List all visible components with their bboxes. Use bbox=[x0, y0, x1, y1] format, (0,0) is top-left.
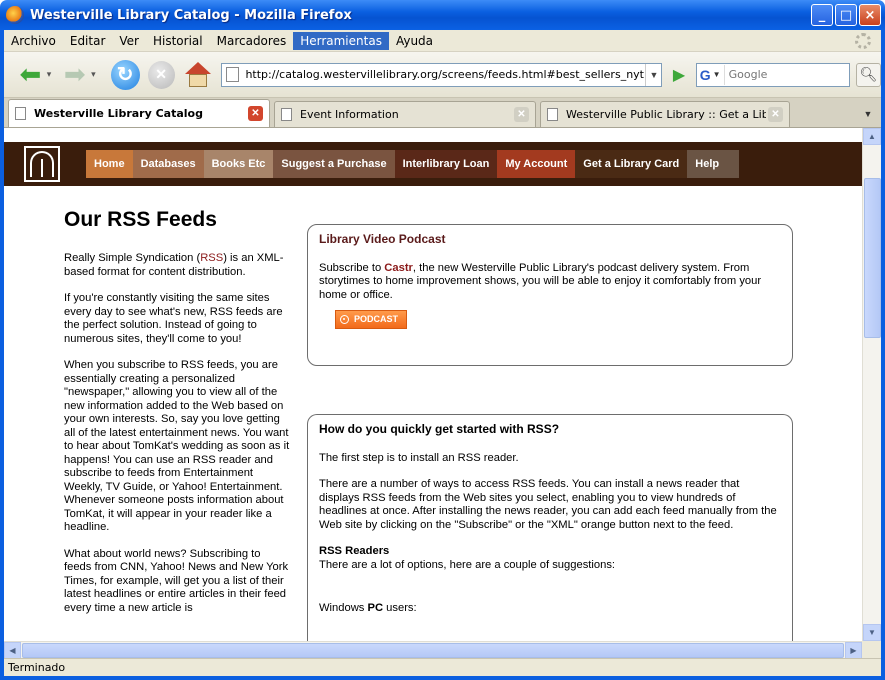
back-arrow-icon: ⬅ bbox=[19, 59, 42, 89]
menu-bar: Archivo Editar Ver Historial Marcadores … bbox=[4, 30, 881, 52]
paragraph-3: When you subscribe to RSS feeds, you are… bbox=[64, 359, 290, 533]
tab-label: Westerville Public Library :: Get a Libr… bbox=[566, 108, 766, 121]
tab-bar: Westerville Library Catalog ✕ Event Info… bbox=[4, 98, 881, 128]
address-bar[interactable]: ▼ bbox=[221, 62, 663, 87]
tab-event-information[interactable]: Event Information ✕ bbox=[274, 101, 536, 127]
site-navigation: Home Databases Books Etc Suggest a Purch… bbox=[86, 150, 740, 178]
minimize-button[interactable]: _ bbox=[811, 4, 833, 26]
tab-label: Westerville Library Catalog bbox=[34, 107, 203, 120]
scroll-up-button[interactable]: ▲ bbox=[863, 128, 881, 145]
horizontal-scroll-thumb[interactable] bbox=[22, 643, 844, 658]
podcast-box-text: Subscribe to Castr, the new Westerville … bbox=[319, 261, 762, 301]
podcast-box-title: Library Video Podcast bbox=[319, 232, 446, 246]
search-engine-selector[interactable]: G ▼ bbox=[697, 64, 725, 85]
forward-history-dropdown[interactable]: ▾ bbox=[91, 69, 103, 80]
url-input[interactable] bbox=[245, 68, 646, 81]
close-window-button[interactable]: × bbox=[859, 4, 881, 26]
reload-icon: ↻ bbox=[116, 64, 134, 86]
title-bar: Westerville Library Catalog - Mozilla Fi… bbox=[0, 0, 885, 30]
search-button[interactable]: 🔍︎ bbox=[855, 62, 882, 87]
page-title: Our RSS Feeds bbox=[64, 208, 217, 231]
windows-users-label: Windows PC users: bbox=[319, 602, 417, 614]
tab-westerville-catalog[interactable]: Westerville Library Catalog ✕ bbox=[8, 99, 270, 127]
horizontal-scrollbar[interactable]: ◀ ▶ bbox=[4, 641, 862, 659]
rss-box-p2: There are a number of ways to access RSS… bbox=[319, 478, 777, 531]
maximize-button[interactable]: □ bbox=[835, 4, 857, 26]
podcast-box: Library Video Podcast Subscribe to Castr… bbox=[307, 224, 793, 366]
tab-list-dropdown[interactable]: ▼ bbox=[859, 104, 877, 124]
menu-herramientas[interactable]: Herramientas bbox=[293, 31, 389, 50]
go-button[interactable]: ▶ bbox=[668, 63, 689, 87]
firefox-logo-icon bbox=[6, 6, 24, 24]
rss-readers-heading: RSS Readers bbox=[319, 545, 390, 557]
library-logo[interactable] bbox=[24, 146, 60, 182]
nav-suggest-purchase[interactable]: Suggest a Purchase bbox=[273, 150, 395, 178]
vertical-scroll-thumb[interactable] bbox=[864, 178, 881, 338]
menu-archivo[interactable]: Archivo bbox=[4, 32, 63, 50]
nav-interlibrary-loan[interactable]: Interlibrary Loan bbox=[394, 150, 498, 178]
page-icon bbox=[15, 107, 26, 120]
scrollbar-corner bbox=[862, 641, 881, 658]
rss-box-title: How do you quickly get started with RSS? bbox=[319, 422, 560, 436]
menu-ver[interactable]: Ver bbox=[112, 32, 146, 50]
stop-button[interactable]: ✕ bbox=[147, 60, 175, 89]
rss-link[interactable]: RSS bbox=[200, 252, 223, 264]
go-arrow-icon: ▶ bbox=[672, 66, 686, 84]
vertical-scrollbar[interactable]: ▲ ▼ bbox=[862, 128, 881, 641]
page-icon bbox=[226, 67, 240, 82]
status-bar: Terminado bbox=[4, 658, 881, 676]
reload-button[interactable]: ↻ bbox=[110, 59, 140, 90]
home-icon bbox=[184, 61, 211, 74]
rss-readers-text: There are a lot of options, here are a c… bbox=[319, 558, 616, 571]
forward-arrow-icon: ➡ bbox=[63, 59, 86, 89]
search-box[interactable]: G ▼ bbox=[695, 62, 850, 87]
intro-paragraph: Really Simple Syndication (RSS) is an XM… bbox=[64, 252, 284, 278]
scroll-left-button[interactable]: ◀ bbox=[4, 642, 21, 659]
stop-icon: ✕ bbox=[155, 66, 167, 82]
close-tab-icon[interactable]: ✕ bbox=[768, 107, 783, 122]
home-button[interactable] bbox=[183, 60, 212, 90]
url-history-dropdown[interactable]: ▼ bbox=[645, 63, 661, 86]
paragraph-4: What about world news? Subscribing to fe… bbox=[64, 547, 289, 614]
back-button[interactable]: ⬅ bbox=[14, 59, 47, 90]
rss-getting-started-box: How do you quickly get started with RSS?… bbox=[307, 414, 793, 641]
menu-ayuda[interactable]: Ayuda bbox=[389, 32, 440, 50]
podcast-button[interactable]: PODCAST bbox=[335, 309, 408, 330]
menu-editar[interactable]: Editar bbox=[63, 32, 113, 50]
activity-throbber-icon bbox=[855, 33, 871, 49]
google-icon: G bbox=[699, 66, 711, 83]
close-tab-icon[interactable]: ✕ bbox=[248, 106, 263, 121]
navigation-toolbar: ⬅ ▾ ➡ ▾ ↻ ✕ ▼ ▶ G▼ 🔍︎ bbox=[4, 52, 882, 98]
rss-box-p1: The first step is to install an RSS read… bbox=[319, 451, 519, 464]
page-icon bbox=[547, 108, 558, 121]
nav-home[interactable]: Home bbox=[86, 150, 133, 178]
forward-button[interactable]: ➡ bbox=[58, 59, 91, 90]
close-tab-icon[interactable]: ✕ bbox=[514, 107, 529, 122]
search-input[interactable] bbox=[724, 68, 849, 81]
menu-historial[interactable]: Historial bbox=[146, 32, 210, 50]
rss-intro-column: Really Simple Syndication (RSS) is an XM… bbox=[64, 252, 290, 628]
scroll-down-button[interactable]: ▼ bbox=[863, 624, 881, 641]
scroll-right-button[interactable]: ▶ bbox=[845, 642, 862, 659]
menu-marcadores[interactable]: Marcadores bbox=[210, 32, 294, 50]
nav-books-etc[interactable]: Books Etc bbox=[203, 150, 274, 178]
castr-link[interactable]: Castr bbox=[384, 262, 413, 274]
window-title: Westerville Library Catalog - Mozilla Fi… bbox=[30, 7, 352, 23]
nav-help[interactable]: Help bbox=[687, 150, 740, 178]
tab-label: Event Information bbox=[300, 108, 399, 121]
paragraph-2: If you're constantly visiting the same s… bbox=[64, 292, 283, 345]
back-history-dropdown[interactable]: ▾ bbox=[47, 69, 59, 80]
site-header: Home Databases Books Etc Suggest a Purch… bbox=[4, 142, 862, 186]
page-viewport: Home Databases Books Etc Suggest a Purch… bbox=[4, 128, 862, 641]
nav-my-account[interactable]: My Account bbox=[497, 150, 576, 178]
search-icon: 🔍︎ bbox=[859, 66, 878, 82]
podcast-icon bbox=[340, 315, 349, 324]
tab-get-library-card[interactable]: Westerville Public Library :: Get a Libr… bbox=[540, 101, 790, 127]
library-arch-icon bbox=[30, 151, 54, 177]
page-icon bbox=[281, 108, 292, 121]
nav-databases[interactable]: Databases bbox=[132, 150, 204, 178]
nav-get-library-card[interactable]: Get a Library Card bbox=[575, 150, 688, 178]
chevron-down-icon: ▼ bbox=[712, 70, 721, 79]
